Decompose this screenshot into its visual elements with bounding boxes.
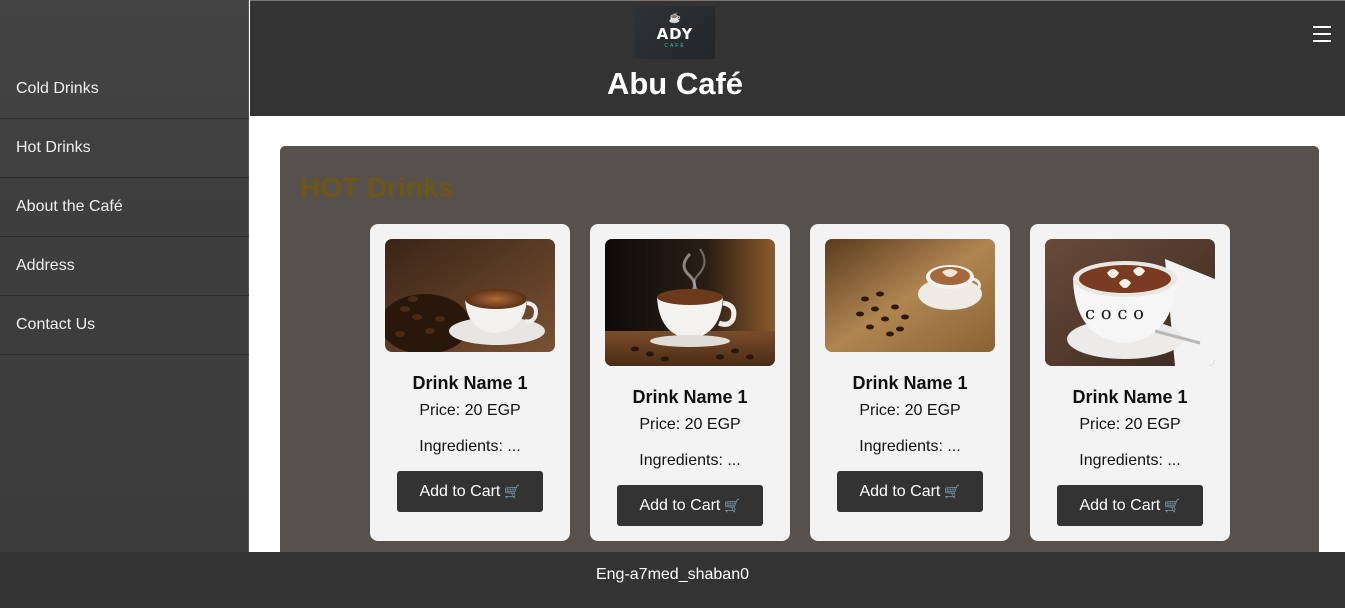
sidebar-menu: Cold Drinks Hot Drinks About the Café Ad… xyxy=(0,60,249,355)
add-to-cart-button[interactable]: Add to Cart 🛒 xyxy=(617,485,763,526)
steaming-coffee-cup-photo xyxy=(605,239,775,366)
add-to-cart-label: Add to Cart xyxy=(1079,496,1161,514)
product-name: Drink Name 1 xyxy=(852,373,968,393)
product-price: Price: 20 EGP xyxy=(419,402,521,419)
add-to-cart-button[interactable]: Add to Cart 🛒 xyxy=(1057,485,1203,526)
sidebar-item-about[interactable]: About the Café xyxy=(0,178,249,237)
footer: Eng-a7med_shaban0 xyxy=(0,552,1345,608)
main-content: HOT Drinks Drink Name 1 Price: 20 EGP In… xyxy=(250,116,1345,566)
cart-icon: 🛒 xyxy=(944,483,961,499)
product-ingredients: Ingredients: ... xyxy=(1079,452,1181,469)
section-heading: HOT Drinks xyxy=(300,172,455,203)
cart-icon: 🛒 xyxy=(1164,497,1181,513)
sidebar-item-address[interactable]: Address xyxy=(0,237,249,296)
product-price: Price: 20 EGP xyxy=(1079,416,1181,433)
hot-drinks-section: HOT Drinks Drink Name 1 Price: 20 EGP In… xyxy=(280,146,1319,566)
header: ☕ ADY CAFE Abu Café xyxy=(250,0,1345,116)
add-to-cart-button[interactable]: Add to Cart 🛒 xyxy=(397,471,543,512)
sidebar-item-contact[interactable]: Contact Us xyxy=(0,296,249,355)
sidebar-item-hot-drinks[interactable]: Hot Drinks xyxy=(0,119,249,178)
product-card: Drink Name 1 Price: 20 EGP Ingredients: … xyxy=(810,224,1010,541)
product-price: Price: 20 EGP xyxy=(639,416,741,433)
cocoa-heart-latte-photo: c o c o xyxy=(1045,239,1215,366)
latte-art-on-burlap-photo xyxy=(825,239,995,352)
cart-icon: 🛒 xyxy=(504,483,521,499)
sidebar-item-cold-drinks[interactable]: Cold Drinks xyxy=(0,60,249,119)
add-to-cart-label: Add to Cart xyxy=(419,482,501,500)
product-card: c o c o Drink Name 1 Price: 20 EGP Ingre… xyxy=(1030,224,1230,541)
product-name: Drink Name 1 xyxy=(1072,387,1188,407)
product-card: Drink Name 1 Price: 20 EGP Ingredients: … xyxy=(590,224,790,541)
logo-text: ADY xyxy=(656,25,694,43)
coffee-cup-with-beans-photo xyxy=(385,239,555,352)
product-price: Price: 20 EGP xyxy=(859,402,961,419)
cafe-logo[interactable]: ☕ ADY CAFE xyxy=(635,6,715,59)
footer-credit: Eng-a7med_shaban0 xyxy=(595,566,749,583)
product-ingredients: Ingredients: ... xyxy=(639,452,741,469)
logo-subtext: CAFE xyxy=(664,43,686,49)
product-ingredients: Ingredients: ... xyxy=(419,438,521,455)
cart-icon: 🛒 xyxy=(724,497,741,513)
site-title: Abu Café xyxy=(606,66,744,101)
sidebar: Cold Drinks Hot Drinks About the Café Ad… xyxy=(0,0,249,552)
product-name: Drink Name 1 xyxy=(632,387,748,407)
hamburger-menu-icon[interactable] xyxy=(1313,26,1331,43)
product-name: Drink Name 1 xyxy=(412,373,528,393)
coffee-cup-icon: ☕ xyxy=(668,13,682,24)
product-ingredients: Ingredients: ... xyxy=(859,438,961,455)
add-to-cart-button[interactable]: Add to Cart 🛒 xyxy=(837,471,983,512)
add-to-cart-label: Add to Cart xyxy=(639,496,721,514)
svg-text:c o c o: c o c o xyxy=(1085,303,1144,324)
add-to-cart-label: Add to Cart xyxy=(859,482,941,500)
product-card: Drink Name 1 Price: 20 EGP Ingredients: … xyxy=(370,224,570,541)
